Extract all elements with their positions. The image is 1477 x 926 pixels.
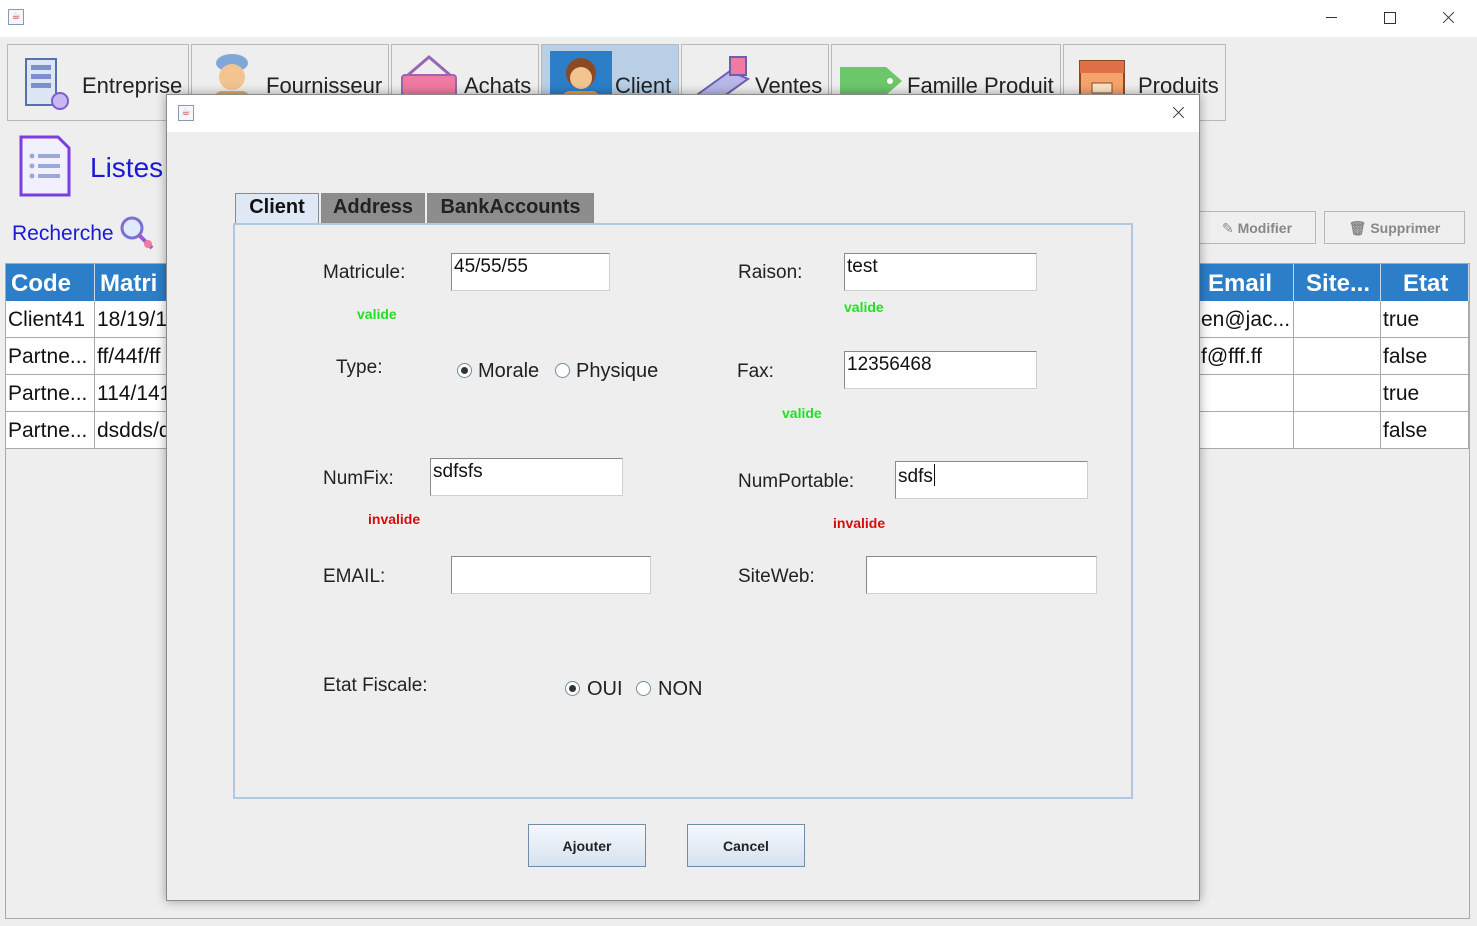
etat-oui-label[interactable]: OUI [587, 678, 623, 701]
recherche-label: Recherche [12, 222, 114, 245]
tab-address[interactable]: Address [321, 193, 425, 223]
table-cell-code[interactable]: Partne... [6, 375, 95, 412]
table-cell-code[interactable]: Partne... [6, 412, 95, 449]
tab-bankaccounts[interactable]: BankAccounts [427, 193, 594, 223]
listes-label: Listes [90, 152, 164, 183]
etat-non-label[interactable]: NON [658, 678, 702, 701]
table-cell-etat[interactable]: true [1381, 301, 1469, 338]
numportable-status: invalide [833, 515, 886, 531]
tab-entreprise[interactable]: Entreprise [7, 44, 189, 121]
fax-input[interactable]: 12356468 [844, 351, 1037, 389]
numportable-value: sdfs [898, 466, 933, 487]
modifier-button[interactable]: ✎ Modifier [1198, 211, 1316, 244]
type-morale-radio[interactable] [457, 363, 472, 378]
table-cell-email[interactable]: f@fff.ff [1199, 338, 1294, 375]
table-cell-site[interactable] [1294, 338, 1381, 375]
numfix-label: NumFix: [323, 468, 394, 489]
table-cell-etat[interactable]: false [1381, 412, 1469, 449]
supprimer-button-label: Supprimer [1370, 220, 1441, 236]
table-cell-email[interactable]: en@jac... [1199, 301, 1294, 338]
etat-fiscale-label: Etat Fiscale: [323, 675, 428, 696]
dialog-titlebar: ☕ [167, 95, 1199, 132]
raison-status: valide [844, 299, 884, 315]
table-cell-site[interactable] [1294, 412, 1381, 449]
fax-status: valide [782, 405, 822, 421]
raison-label: Raison: [738, 262, 803, 283]
table-cell-site[interactable] [1294, 301, 1381, 338]
window-titlebar: ☕ [0, 0, 1477, 37]
table-cell-code[interactable]: Partne... [6, 338, 95, 375]
table-cell-site[interactable] [1294, 375, 1381, 412]
fax-label: Fax: [737, 361, 774, 382]
numfix-input[interactable]: sdfsfs [430, 458, 623, 496]
modifier-button-label: Modifier [1237, 220, 1293, 236]
table-cell-code[interactable]: Client41 [6, 301, 95, 338]
tab-client-form[interactable]: Client [235, 193, 319, 223]
search-icon[interactable] [118, 214, 156, 252]
matricule-status: valide [357, 306, 397, 322]
etat-non-radio[interactable] [636, 681, 651, 696]
table-cell-etat[interactable]: false [1381, 338, 1469, 375]
email-label: EMAIL: [323, 566, 386, 587]
matricule-label: Matricule: [323, 262, 406, 283]
dialog-close-icon[interactable] [1163, 101, 1193, 125]
matricule-input[interactable]: 45/55/55 [451, 253, 610, 291]
table-cell-etat[interactable]: true [1381, 375, 1469, 412]
type-morale-label[interactable]: Morale [478, 360, 539, 383]
supprimer-button[interactable]: 🗑 Supprimer [1324, 211, 1465, 244]
column-header-email[interactable]: Email [1199, 264, 1294, 301]
numportable-input[interactable]: sdfs [895, 461, 1088, 499]
numportable-label: NumPortable: [738, 471, 855, 492]
column-header-site[interactable]: Site... [1294, 264, 1381, 301]
table-cell-email[interactable] [1199, 375, 1294, 412]
column-header-code[interactable]: Code [6, 264, 95, 301]
siteweb-label: SiteWeb: [738, 566, 815, 587]
maximize-icon[interactable] [1374, 6, 1404, 30]
type-physique-radio[interactable] [555, 363, 570, 378]
text-caret [933, 464, 935, 486]
pencil-icon: ✎ [1221, 220, 1234, 236]
tag-icon [840, 67, 902, 95]
type-label: Type: [336, 357, 383, 378]
siteweb-input[interactable] [866, 556, 1097, 594]
ajouter-button[interactable]: Ajouter [528, 824, 646, 867]
cancel-button[interactable]: Cancel [687, 824, 805, 867]
raison-input[interactable]: test [844, 253, 1037, 291]
table-cell-email[interactable] [1199, 412, 1294, 449]
company-icon [25, 58, 69, 110]
numfix-status: invalide [368, 511, 421, 527]
column-header-etat[interactable]: Etat [1381, 264, 1469, 301]
java-cup-icon: ☕ [178, 105, 194, 121]
type-physique-label[interactable]: Physique [576, 360, 658, 383]
email-input[interactable] [451, 556, 651, 594]
etat-oui-radio[interactable] [565, 681, 580, 696]
close-icon[interactable] [1433, 6, 1463, 30]
minimize-icon[interactable] [1316, 6, 1346, 30]
trash-icon: 🗑 [1348, 220, 1367, 236]
list-document-icon [19, 135, 71, 197]
java-cup-icon: ☕ [8, 9, 24, 25]
client-dialog: ☕ Client Address BankAccounts Matricule:… [166, 94, 1200, 901]
